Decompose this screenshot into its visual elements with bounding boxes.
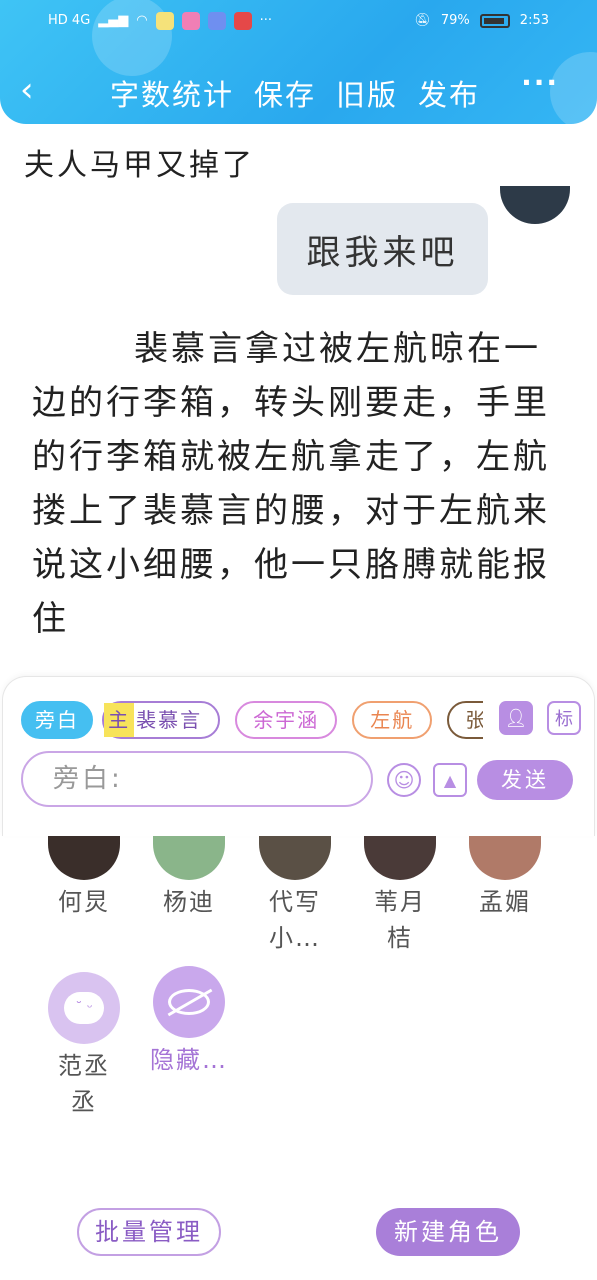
chip-role[interactable]: 左航	[352, 701, 433, 739]
role-item[interactable]: 杨迪	[139, 836, 239, 920]
network-indicator: HD 4G	[48, 13, 91, 28]
mark-button[interactable]: 标	[547, 701, 581, 735]
publish-button[interactable]: 发布	[418, 72, 480, 114]
chip-label: 裴慕言	[136, 708, 203, 732]
role-item[interactable]: 何炅	[34, 836, 134, 920]
role-item[interactable]: 苇月桔	[350, 836, 450, 956]
clock: 2:53	[519, 13, 549, 28]
role-name: 何炅	[58, 888, 110, 916]
chip-role[interactable]: 余宇涵	[235, 701, 338, 739]
role-grid: 何炅 杨迪 代写小… 苇月桔 孟媚 ˘ ᵕ 范丞丞 隐藏…	[0, 836, 597, 1136]
image-icon[interactable]: ▲	[433, 763, 467, 797]
message-input[interactable]: 旁白:	[21, 751, 373, 807]
eye-slash-icon	[168, 989, 210, 1015]
avatar: ˘ ᵕ	[48, 972, 120, 1044]
mute-bell-icon: 🔕︎	[414, 13, 431, 28]
battery-icon	[479, 14, 510, 28]
word-count-button[interactable]: 字数统计	[110, 72, 234, 114]
send-button[interactable]: 发送	[477, 760, 573, 800]
avatar	[364, 836, 436, 880]
top-nav: ‹ 字数统计 保存 旧版 发布 ···	[0, 66, 597, 116]
app-header: HD 4G ▂▄▆ ◠ ··· 🔕︎ 79% 2:53 ‹ 字数统计 保存 旧版…	[0, 0, 597, 124]
app-notification-icon	[233, 12, 252, 30]
chat-bubble[interactable]: 跟我来吧	[277, 203, 488, 295]
more-notifications-icon: ···	[259, 13, 273, 28]
avatar	[469, 836, 541, 880]
main-role-tag: 主	[104, 703, 135, 737]
role-item[interactable]: ˘ ᵕ 范丞丞	[34, 972, 134, 1120]
avatar	[48, 836, 120, 880]
chip-role[interactable]: 张	[447, 701, 483, 739]
status-bar: HD 4G ▂▄▆ ◠ ··· 🔕︎ 79% 2:53	[0, 8, 597, 38]
avatar[interactable]	[500, 186, 570, 224]
composer-panel: 旁白 主裴慕言 余宇涵 左航 张 👤︎ 标 旁白: ☺ ▲ 发送	[2, 676, 595, 836]
role-name: 范丞丞	[58, 1052, 110, 1116]
role-name: 苇月桔	[374, 888, 426, 952]
role-item[interactable]: 孟媚	[455, 836, 555, 920]
wifi-icon: ◠	[136, 13, 148, 28]
back-chevron-icon[interactable]: ‹	[20, 70, 34, 110]
chip-narration[interactable]: 旁白	[21, 701, 93, 739]
avatar	[153, 836, 225, 880]
avatar	[153, 966, 225, 1038]
avatar	[259, 836, 331, 880]
role-name: 代写小…	[269, 888, 321, 952]
hidden-roles-item[interactable]: 隐藏…	[139, 966, 239, 1078]
role-chip-row: 旁白 主裴慕言 余宇涵 左航 张	[21, 701, 483, 741]
signal-icon: ▂▄▆	[98, 13, 129, 28]
new-role-button[interactable]: 新建角色	[376, 1208, 520, 1256]
more-options-icon[interactable]: ···	[521, 66, 559, 99]
chip-main-role[interactable]: 主裴慕言	[102, 701, 221, 739]
save-button[interactable]: 保存	[254, 72, 316, 114]
battery-percent: 79%	[440, 13, 470, 28]
app-notification-icon	[181, 12, 200, 30]
role-item[interactable]: 代写小…	[245, 836, 345, 956]
chat-bubble-icon: ˘ ᵕ	[64, 992, 104, 1024]
role-name: 杨迪	[163, 888, 215, 916]
narration-text[interactable]: 裴慕言拿过被左航晾在一边的行李箱，转头刚要走，手里的行李箱就被左航拿走了，左航搂…	[32, 322, 572, 652]
speaker-line[interactable]: 夫人马甲又掉了	[24, 140, 255, 184]
batch-manage-button[interactable]: 批量管理	[77, 1208, 221, 1256]
role-manage-icon[interactable]: 👤︎	[499, 701, 533, 735]
role-name: 隐藏…	[150, 1046, 228, 1074]
old-version-button[interactable]: 旧版	[336, 72, 398, 114]
app-notification-icon	[155, 12, 174, 30]
music-app-icon	[207, 12, 226, 30]
emoji-icon[interactable]: ☺	[387, 763, 421, 797]
role-name: 孟媚	[479, 888, 531, 916]
